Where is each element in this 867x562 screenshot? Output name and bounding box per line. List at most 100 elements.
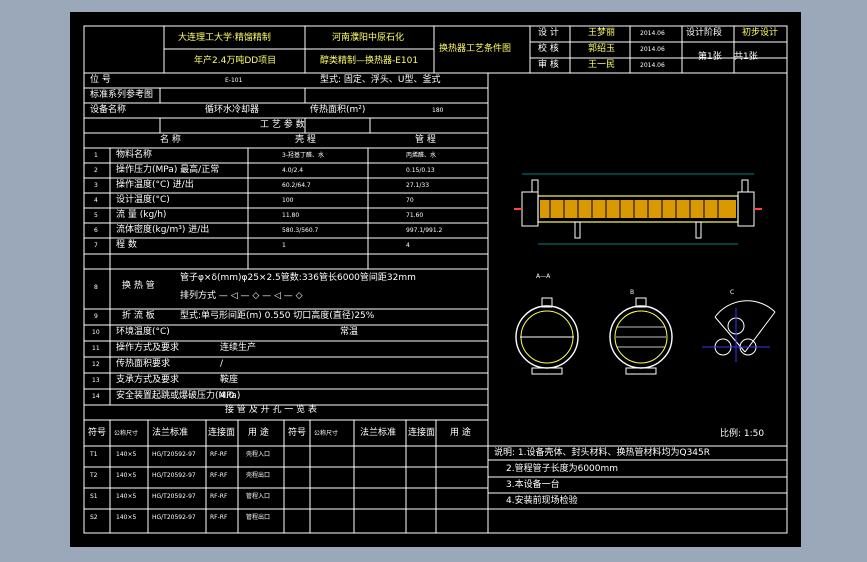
role-check: 校 核	[538, 44, 559, 54]
process-row-no: 3	[94, 182, 98, 189]
nozzle-dn: 140×5	[116, 472, 137, 479]
stage-label: 设计阶段	[686, 28, 723, 38]
process-tail-no: 13	[92, 377, 100, 384]
row8-line1: 管子φ×δ(mm)φ25×2.5管数:336管长6000管间距32mm	[180, 273, 416, 283]
project-name: 年产2.4万吨DD项目	[194, 56, 277, 66]
nozzle-dn: 140×5	[116, 493, 137, 500]
tube-layout-detail	[702, 300, 776, 362]
process-row-shell: 4.0/2.4	[282, 167, 304, 174]
nozzle-h-no2: 符号	[288, 428, 307, 438]
nozzle-h-dn: 公称尺寸	[114, 430, 139, 437]
process-tail-value: 4.0	[220, 391, 235, 401]
nozzle-use: 管程入口	[246, 493, 271, 500]
process-row-shell: 580.3/560.7	[282, 227, 319, 234]
view-label-b: B	[630, 289, 635, 296]
nozzle-no: S1	[90, 493, 98, 500]
note-3: 3.本设备一台	[506, 480, 560, 490]
approver-name: 王一民	[588, 60, 616, 70]
checker-name: 郭绍玉	[588, 44, 616, 54]
drawing-title: 换热器工艺条件图	[439, 44, 512, 54]
process-row-no: 1	[94, 152, 98, 159]
tag-label: 位 号	[90, 75, 111, 85]
role-design: 设 计	[538, 28, 559, 38]
process-row-tube: 997.1/991.2	[406, 227, 443, 234]
process-tail-name: 支承方式及要求	[116, 375, 180, 385]
process-row-no: 4	[94, 197, 98, 204]
process-row-tube: 0.15/0.13	[406, 167, 435, 174]
std-label: 标准系列参考图	[90, 90, 154, 100]
nozzle-h-dn2: 公称尺寸	[314, 430, 339, 437]
client-name: 河南濮阳中原石化	[332, 33, 405, 43]
process-tail-value: 连续生产	[220, 343, 257, 353]
check-date: 2014.06	[640, 46, 665, 53]
scale-text: 比例: 1:50	[720, 429, 765, 439]
note-2: 2.管程管子长度为6000mm	[506, 464, 619, 474]
nozzle-face: RF-RF	[210, 493, 228, 500]
end-view-a	[515, 297, 579, 375]
process-tail-no: 10	[92, 329, 100, 336]
view-label-c: C	[730, 289, 735, 296]
process-row-no: 2	[94, 167, 98, 174]
name-label: 设备名称	[90, 105, 127, 115]
end-view-b	[609, 297, 673, 375]
nozzle-h-use: 用 途	[248, 428, 269, 438]
process-row-shell: 3-羟基丁醛、水	[282, 152, 324, 159]
nozzle-dn: 140×5	[116, 514, 137, 521]
process-row-no: 7	[94, 242, 98, 249]
name-value: 循环水冷却器	[205, 105, 260, 115]
row8-no: 8	[94, 284, 98, 291]
role-approve: 审 核	[538, 60, 559, 70]
type-text: 型式: 固定、浮头、U型、釜式	[320, 75, 441, 85]
design-date: 2014.06	[640, 30, 665, 37]
nozzle-no: T2	[90, 472, 98, 479]
process-row-tube: 27.1/33	[406, 182, 430, 189]
nozzle-no: S2	[90, 514, 98, 521]
process-tail-name: 传热面积要求	[116, 359, 171, 369]
nozzle-face: RF-RF	[210, 451, 228, 458]
nozzle-use: 管程出口	[246, 514, 271, 521]
nozzle-dn: 140×5	[116, 451, 137, 458]
nozzle-face: RF-RF	[210, 514, 228, 521]
process-tail-value: 常温	[340, 327, 359, 337]
process-title: 工 艺 参 数	[260, 120, 305, 130]
process-row-shell: 100	[282, 197, 294, 204]
sheet-number: 第1张	[698, 52, 722, 62]
process-tail-name: 操作方式及要求	[116, 343, 180, 353]
process-row-tube: 70	[406, 197, 414, 204]
process-tail-no: 12	[92, 361, 100, 368]
note-4: 4.安装前现场检验	[506, 496, 578, 506]
nozzle-std: HG/T20592-97	[152, 493, 196, 500]
nozzle-std: HG/T20592-97	[152, 451, 196, 458]
nozzle-face: RF-RF	[210, 472, 228, 479]
nozzle-no: T1	[90, 451, 98, 458]
area-label: 传热面积(m²)	[310, 105, 366, 115]
nozzle-h-face2: 连接面	[408, 428, 436, 438]
row8-line2: 排列方式 — ◁ — ◇ — ◁ — ◇	[180, 291, 303, 301]
approve-date: 2014.06	[640, 62, 665, 69]
nozzle-h-use2: 用 途	[450, 428, 471, 438]
nozzle-h-no: 符号	[88, 428, 107, 438]
process-tail-name: 环境温度(°C)	[116, 327, 170, 337]
col-tube: 管 程	[415, 135, 436, 145]
process-row-tube: 4	[406, 242, 410, 249]
process-tail-no: 14	[92, 393, 100, 400]
row9-name: 折 流 板	[122, 311, 155, 321]
row9-no: 9	[94, 313, 98, 320]
org-name: 大连理工大学·精馏精制	[178, 33, 271, 43]
col-shell: 壳 程	[295, 135, 316, 145]
process-tail-no: 11	[92, 345, 100, 352]
process-tail-value: 鞍座	[220, 375, 239, 385]
stage-value: 初步设计	[742, 28, 779, 38]
nozzle-title: 接 管 及 开 孔 一 览 表	[225, 405, 318, 415]
designer-name: 王梦丽	[588, 28, 616, 38]
note-1: 说明: 1.设备壳体、封头材料、换热管材料均为Q345R	[494, 448, 710, 458]
nozzle-std: HG/T20592-97	[152, 514, 196, 521]
nozzle-h-face: 连接面	[208, 428, 236, 438]
sheet-total: 共1张	[734, 52, 758, 62]
process-row-no: 5	[94, 212, 98, 219]
process-row-name: 程 数	[116, 240, 137, 250]
process-row-name: 操作压力(MPa) 最高/正常	[116, 165, 220, 175]
process-row-name: 操作温度(°C) 进/出	[116, 180, 194, 190]
nozzle-h-std2: 法兰标准	[360, 428, 397, 438]
exchanger-elevation	[514, 173, 762, 245]
